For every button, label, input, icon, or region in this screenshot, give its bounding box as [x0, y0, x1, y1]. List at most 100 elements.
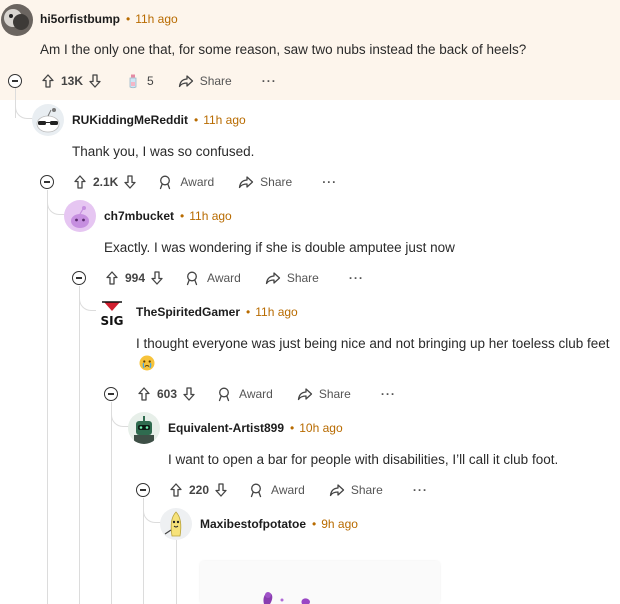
downvote-button[interactable] [122, 174, 138, 190]
comment-actions: 994 Award Share ··· [104, 267, 364, 289]
award-button[interactable]: Award [217, 386, 273, 402]
comment-meta: RUKiddingMeReddit • 11h ago [72, 113, 246, 127]
collapse-thread-button[interactable] [136, 483, 150, 497]
user-avatar[interactable] [128, 412, 160, 444]
downvote-button[interactable] [149, 270, 165, 286]
downvote-icon [213, 482, 229, 498]
award-label: Award [239, 387, 273, 401]
award-button[interactable]: Award [158, 174, 214, 190]
thread-line [47, 190, 48, 604]
share-label: Share [350, 483, 383, 497]
upvote-button[interactable] [136, 386, 152, 402]
timestamp[interactable]: 11h ago [135, 12, 178, 26]
share-button[interactable]: Share [178, 73, 232, 89]
downvote-icon [122, 174, 138, 190]
collapse-thread-button[interactable] [8, 74, 22, 88]
share-button[interactable]: Share [238, 174, 292, 190]
downvote-icon [87, 73, 103, 89]
comment-body: I want to open a bar for people with dis… [168, 452, 559, 467]
upvote-icon [40, 73, 56, 89]
vote-count: 13K [61, 74, 84, 88]
share-button[interactable]: Share [329, 482, 383, 498]
comment-text: I thought everyone was just being nice a… [136, 336, 610, 351]
upvote-button[interactable] [40, 73, 56, 89]
snoo-sunglasses-icon [32, 104, 64, 136]
thread-line [176, 540, 177, 604]
award-label: Award [271, 483, 305, 497]
thread-connector [47, 200, 65, 215]
downvote-button[interactable] [181, 386, 197, 402]
collapse-thread-button[interactable] [40, 175, 54, 189]
user-avatar[interactable] [1, 4, 33, 36]
user-avatar[interactable] [64, 200, 96, 232]
downvote-icon [149, 270, 165, 286]
thread-line [15, 88, 16, 118]
comment-body: I thought everyone was just being nice a… [136, 334, 612, 374]
username[interactable]: Maxibestofpotatoe [200, 517, 306, 531]
share-icon [297, 386, 313, 402]
upvote-icon [72, 174, 88, 190]
collapse-thread-button[interactable] [72, 271, 86, 285]
timestamp[interactable]: 11h ago [189, 209, 232, 223]
award-icon [185, 270, 201, 286]
share-icon [178, 73, 194, 89]
comment-actions: 220 Award Share ··· [168, 479, 428, 501]
image-preview-icon [200, 561, 440, 604]
username[interactable]: hi5orfistbump [40, 12, 120, 26]
timestamp[interactable]: 11h ago [203, 113, 246, 127]
vote-count: 994 [125, 271, 146, 285]
purple-snoo-icon [64, 200, 96, 232]
downvote-icon [181, 386, 197, 402]
award-button[interactable]: Award [185, 270, 241, 286]
timestamp[interactable]: 9h ago [321, 517, 358, 531]
thread-connector [79, 296, 97, 311]
award-icon [158, 174, 174, 190]
award-label: Award [207, 271, 241, 285]
comment-actions: 2.1K Award Share ··· [72, 171, 337, 193]
share-button[interactable]: Share [297, 386, 351, 402]
username[interactable]: TheSpiritedGamer [136, 305, 240, 319]
comment-actions: 603 Award Share ··· [136, 383, 396, 405]
collapse-thread-button[interactable] [104, 387, 118, 401]
downvote-button[interactable] [213, 482, 229, 498]
more-options-button[interactable]: ··· [349, 271, 364, 285]
username[interactable]: Equivalent-Artist899 [168, 421, 284, 435]
vote-count: 603 [157, 387, 178, 401]
more-options-button[interactable]: ··· [381, 387, 396, 401]
share-label: Share [318, 387, 351, 401]
vote-count: 220 [189, 483, 210, 497]
award-label: Award [180, 175, 215, 189]
thread-line [111, 402, 112, 604]
more-options-button[interactable]: ··· [322, 175, 337, 189]
svg-text:SIG: SIG [101, 314, 124, 328]
thread-connector [111, 412, 129, 427]
share-button[interactable]: Share [265, 270, 319, 286]
award-bottle-icon [129, 74, 137, 89]
award-button[interactable]: Award [249, 482, 305, 498]
comment-body: Exactly. I was wondering if she is doubl… [104, 240, 455, 255]
downvote-button[interactable] [87, 73, 103, 89]
share-label: Share [286, 271, 319, 285]
timestamp[interactable]: 10h ago [299, 421, 342, 435]
vote-count: 2.1K [93, 175, 119, 189]
comment-image[interactable] [200, 561, 440, 604]
thread-connector [15, 104, 33, 119]
user-avatar[interactable] [32, 104, 64, 136]
username[interactable]: ch7mbucket [104, 209, 174, 223]
upvote-button[interactable] [104, 270, 120, 286]
more-options-button[interactable]: ··· [413, 483, 428, 497]
awards-button[interactable]: 5 [125, 73, 158, 89]
thread-line [79, 286, 80, 604]
more-options-button[interactable]: ··· [262, 74, 277, 88]
award-count: 5 [147, 74, 154, 88]
username[interactable]: RUKiddingMeReddit [72, 113, 188, 127]
comment-meta: TheSpiritedGamer • 11h ago [136, 305, 298, 319]
upvote-button[interactable] [168, 482, 184, 498]
award-icon [249, 482, 265, 498]
timestamp[interactable]: 11h ago [255, 305, 298, 319]
upvote-icon [168, 482, 184, 498]
user-avatar[interactable] [160, 508, 192, 540]
cat-photo-icon [1, 4, 33, 36]
upvote-button[interactable] [72, 174, 88, 190]
user-avatar[interactable]: SIG [96, 298, 128, 330]
